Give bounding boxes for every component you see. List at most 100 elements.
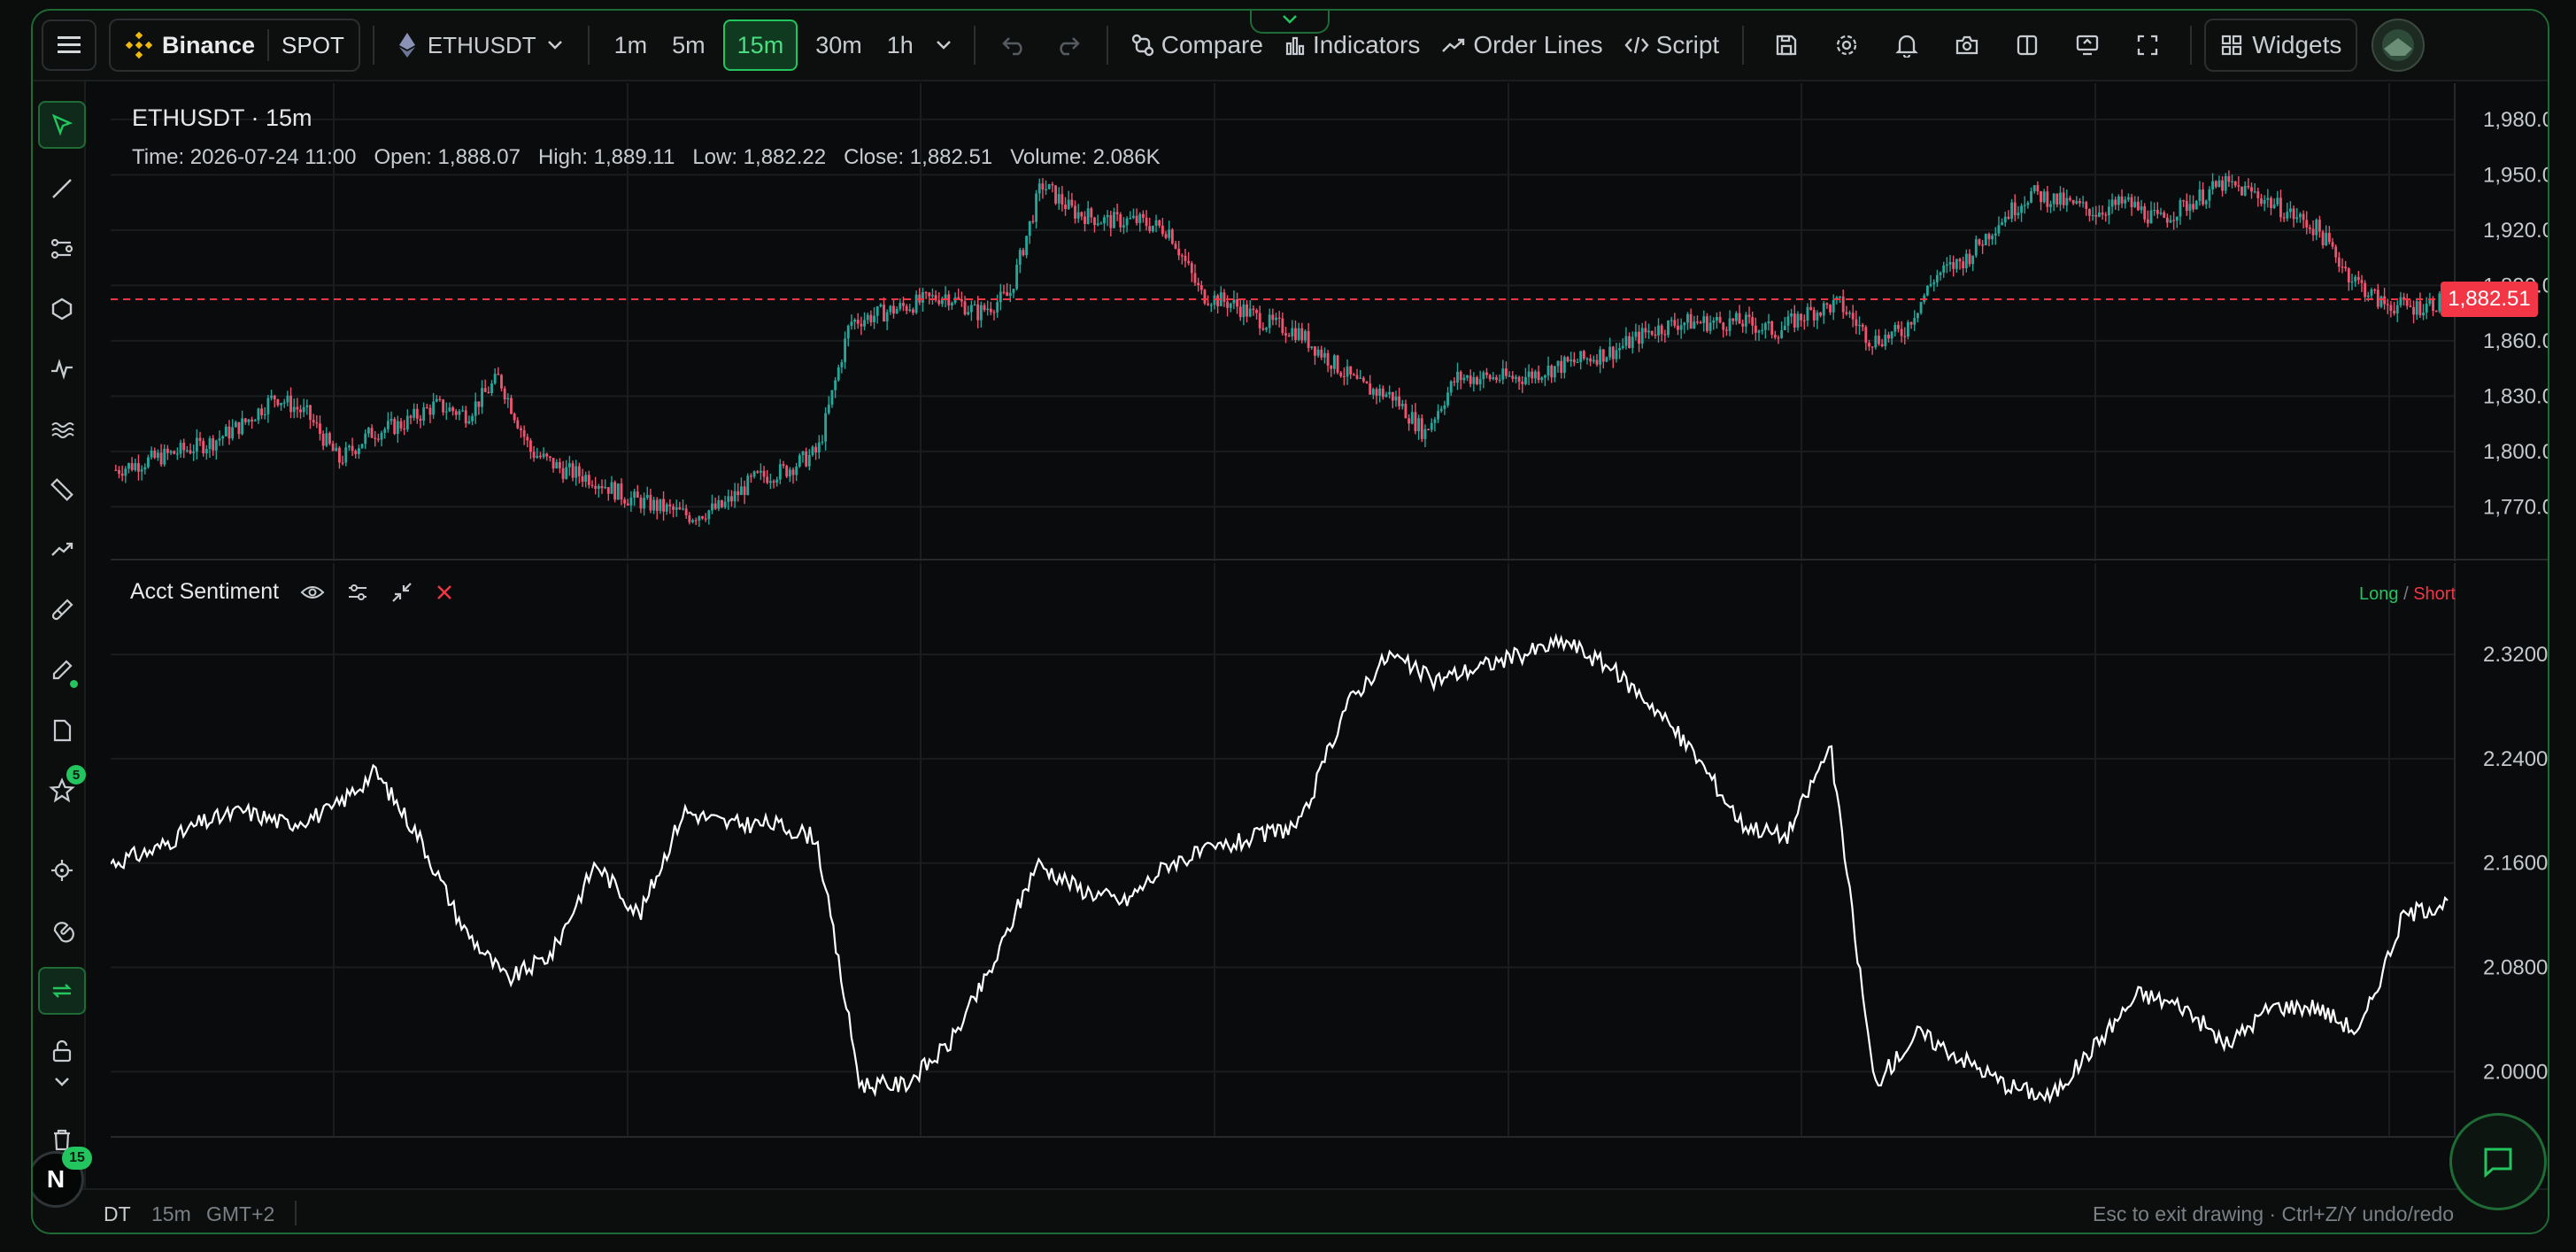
candle-body [1388,391,1392,395]
candle-body [2202,189,2205,205]
candle-body [1268,314,1271,328]
chat-button[interactable] [2449,1113,2547,1210]
sync-drawings-tool[interactable] [38,967,86,1015]
candle-body [1657,325,1660,336]
indicator-pane[interactable]: 2.32002.24002.16002.08002.000004:3020:30… [110,563,2549,1179]
candle-body [166,448,169,453]
pattern-tool[interactable] [38,345,86,393]
redo-button[interactable] [1041,19,1094,72]
menu-button[interactable] [42,19,96,71]
timeframe-30m[interactable]: 30m [803,19,875,72]
candle-body [1589,358,1593,362]
candle-body [2370,289,2373,296]
symbol-selector[interactable]: ETHUSDT [387,19,575,72]
widgets-button[interactable]: Widgets [2204,19,2358,72]
favorites-tool[interactable]: 5 [38,765,86,815]
candle-body [1994,233,1997,236]
candle-body [1845,312,1848,314]
candle-body [435,398,438,402]
candle-body [2214,181,2217,188]
path-tool[interactable] [38,225,86,273]
candle-body [1747,314,1751,318]
candle-body [1673,320,1677,326]
price-chart-pane[interactable]: 1,980.001,950.001,920.001,890.001,860.00… [111,83,2548,561]
candle-body [1864,327,1868,344]
close-icon[interactable] [435,583,454,602]
more-timeframes-button[interactable] [926,19,961,72]
candle-body [749,475,752,477]
wave-tool[interactable] [38,406,86,453]
settings-button[interactable] [1816,19,1877,72]
fullscreen-button[interactable] [2117,19,2178,72]
candle-body [1284,333,1287,336]
candle-body [296,406,299,410]
candle-body [662,498,665,512]
eyedropper-tool[interactable] [38,646,86,694]
present-button[interactable] [2057,19,2117,72]
candle-body [2279,197,2282,218]
candle-body [694,520,698,522]
shape-tool[interactable] [38,285,86,333]
candle-body [2140,205,2143,211]
candle-body [1174,243,1177,249]
timeframe-15m[interactable]: 15m [722,19,798,71]
candle-body [1294,328,1297,340]
candle-body [1170,229,1174,244]
trend-line-tool[interactable] [38,165,86,213]
notes-tool[interactable] [38,707,86,754]
undo-button[interactable] [988,19,1041,72]
brush-tool[interactable] [38,586,86,634]
save-button[interactable] [1756,19,1816,72]
timeframe-1h[interactable]: 1h [875,19,926,72]
candle-body [1135,215,1138,223]
timeframe-5m[interactable]: 5m [659,19,718,72]
order-lines-button[interactable]: Order Lines [1431,19,1613,72]
market-type: SPOT [282,31,344,58]
candle-body [1453,381,1456,383]
cursor-tool[interactable] [38,101,86,149]
collapse-icon[interactable] [390,581,413,604]
candle-body [1679,325,1683,330]
candle-body [1248,308,1252,317]
layout-button[interactable] [1997,19,2057,72]
candle-body [856,320,860,324]
candle-body [309,405,312,421]
candle-body [791,469,795,475]
sliders-icon[interactable] [346,582,369,603]
candle-body [824,413,828,442]
screenshot-button[interactable] [1937,19,1997,72]
alerts-button[interactable] [1877,19,1937,72]
save-icon [1777,35,1797,56]
candle-body [2114,199,2117,205]
candle-body [1816,313,1819,321]
timeframe-1m[interactable]: 1m [602,19,660,72]
drawing-toolbar: 5 [33,81,86,1188]
candle-body [1184,255,1187,261]
candle-body [1677,325,1679,330]
collapse-toolbar-tab[interactable] [1250,11,1330,34]
forecast-tool[interactable] [38,526,86,574]
user-avatar[interactable] [2372,19,2426,72]
candle-body [328,433,331,444]
expand-toolbar-button[interactable] [38,1068,86,1096]
candle-body [1216,295,1220,306]
candle-body [1582,351,1585,359]
indicator-chart-svg[interactable]: 2.32002.24002.16002.08002.000004:3020:30… [110,563,2549,1179]
measure-tool[interactable] [38,466,86,514]
candle-body [1929,283,1932,286]
candle-body [620,483,623,500]
candle-body [234,421,237,428]
chevron-down-icon [936,41,951,50]
candle-body [1942,265,1946,273]
exchange-selector[interactable]: Binance SPOT [109,19,360,72]
candle-body [1887,335,1890,339]
candle-body [1336,355,1339,373]
script-button[interactable]: Script [1614,19,1731,72]
candle-body [1164,234,1168,238]
magnet-tool[interactable] [38,907,86,954]
eye-icon[interactable] [300,583,325,601]
candle-body [707,510,711,520]
candle-body [2110,199,2114,207]
crosshair-tool[interactable] [38,846,86,894]
candle-body [1822,303,1825,316]
